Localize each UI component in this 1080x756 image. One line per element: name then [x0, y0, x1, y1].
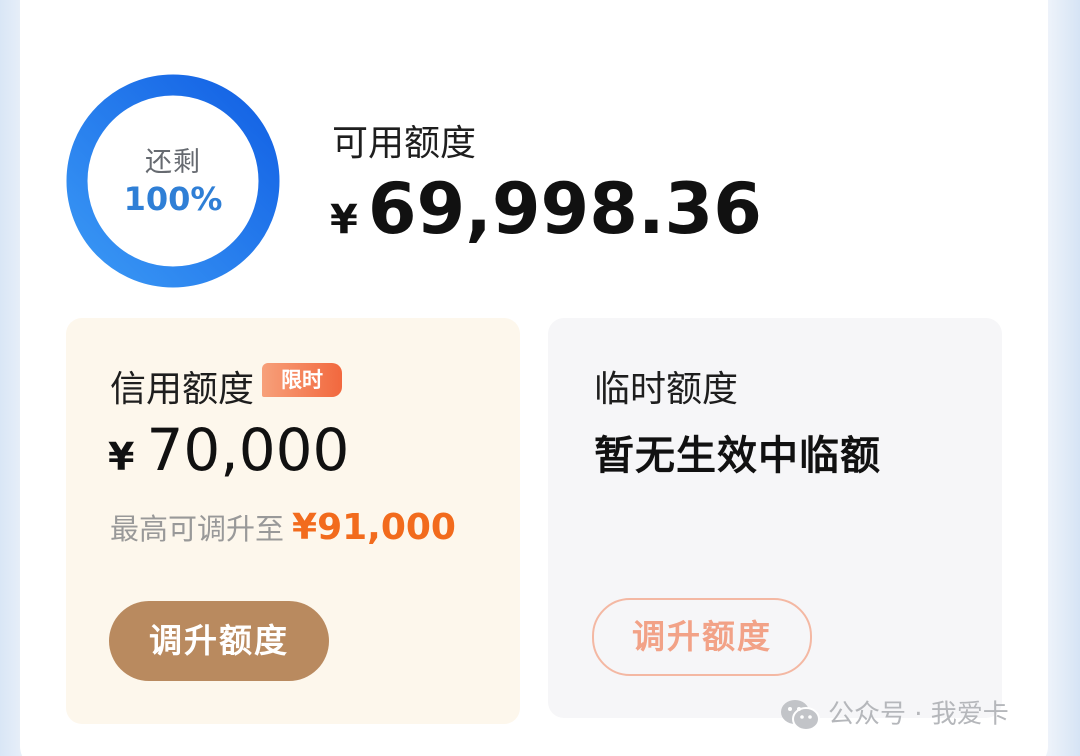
- remaining-ring: 还剩 100%: [66, 74, 280, 288]
- credit-limit-title: 信用额度: [110, 369, 255, 410]
- wechat-icon: [781, 699, 820, 731]
- raise-temporary-limit-button[interactable]: 调升额度: [592, 598, 812, 676]
- currency-symbol: ¥: [330, 197, 358, 243]
- ring-percentage: 100%: [123, 180, 223, 218]
- credit-amount-value: 70,000: [146, 416, 350, 484]
- max-raise-label: 最高可调升至: [110, 512, 285, 546]
- available-credit-amount: ¥69,998.36: [330, 168, 762, 250]
- watermark: 公众号 · 我爱卡: [780, 694, 1009, 734]
- limited-time-badge: 限时: [262, 363, 342, 397]
- temporary-limit-title: 临时额度: [594, 369, 739, 410]
- max-raise-row: 最高可调升至 ¥91,000: [110, 506, 456, 548]
- raise-limit-button[interactable]: 调升额度: [109, 601, 329, 681]
- available-credit-title: 可用额度: [332, 123, 477, 164]
- temporary-limit-status: 暂无生效中临额: [594, 433, 881, 479]
- available-amount-value: 69,998.36: [367, 168, 762, 250]
- currency-symbol: ¥: [108, 435, 135, 479]
- credit-limit-amount: ¥70,000: [108, 416, 349, 484]
- max-raise-value: ¥91,000: [292, 506, 456, 548]
- watermark-text: 公众号 · 我爱卡: [828, 699, 1009, 730]
- ring-label: 还剩: [145, 147, 201, 178]
